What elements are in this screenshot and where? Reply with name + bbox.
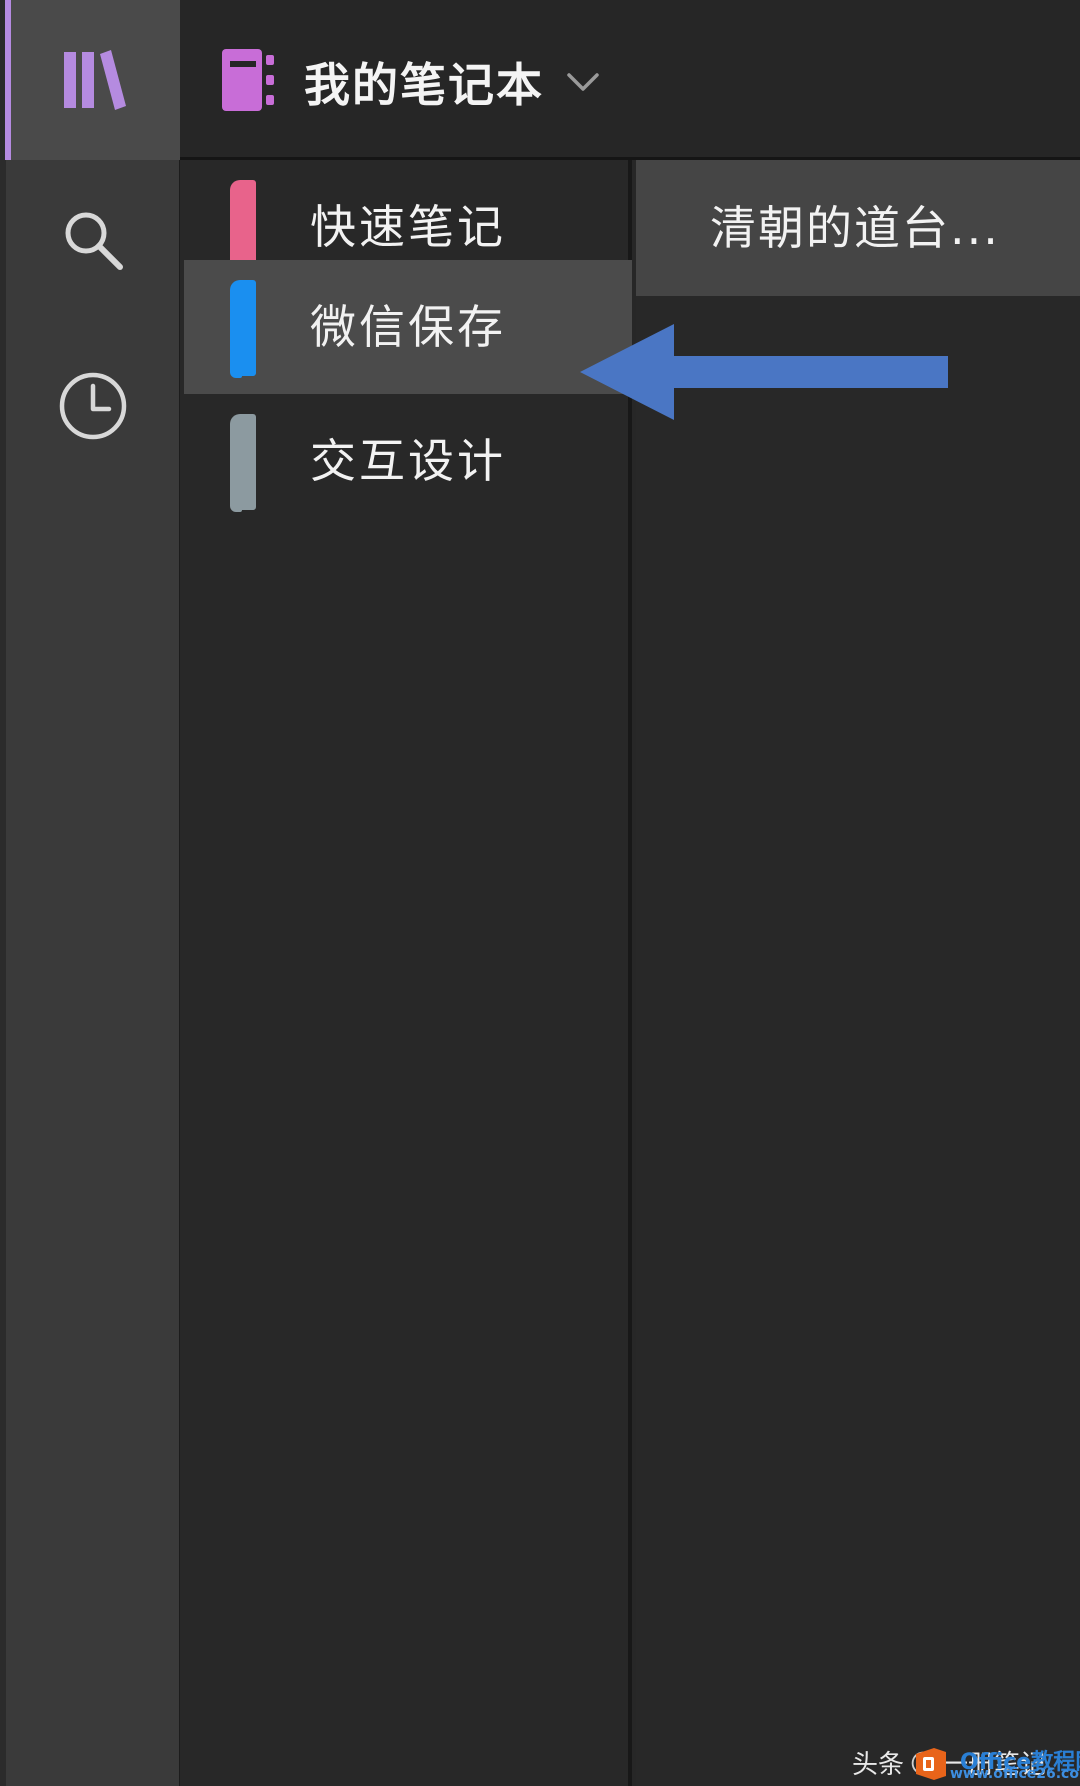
recent-clock-icon — [57, 370, 129, 442]
nav-rail — [0, 0, 180, 1786]
annotation-arrow-icon — [580, 324, 948, 420]
section-item[interactable]: 交互设计 — [184, 394, 632, 528]
notebook-switcher[interactable]: 我的笔记本 — [220, 40, 600, 124]
section-label: 微信保存 — [310, 300, 506, 354]
page-item[interactable]: 清朝的道台... — [636, 160, 1080, 296]
section-tab-icon — [230, 280, 256, 378]
notebook-header: 我的笔记本 — [180, 0, 1080, 160]
page-title: 清朝的道台... — [710, 201, 1000, 255]
section-item-selected[interactable]: 微信保存 — [184, 260, 632, 394]
notebook-title: 我的笔记本 — [304, 58, 544, 112]
notebooks-nav-button[interactable] — [5, 0, 180, 160]
office-logo-icon — [916, 1748, 946, 1780]
search-icon — [60, 207, 126, 273]
section-label: 交互设计 — [310, 434, 506, 488]
notebooks-icon — [60, 48, 126, 112]
notebook-icon — [220, 47, 276, 117]
recent-nav-button[interactable] — [6, 326, 180, 486]
search-nav-button[interactable] — [6, 160, 180, 320]
watermark-site-url: www.office26.com — [950, 1766, 1080, 1782]
sections-list: 快速笔记 微信保存 交互设计 — [180, 160, 632, 1786]
section-tab-icon — [230, 414, 256, 512]
onenote-window: 我的笔记本 快速笔记 微信保存 交互设计 清朝的道台... 头条 一册笔记 Of… — [0, 0, 1080, 1786]
watermark-source: 头条 — [852, 1749, 905, 1780]
chevron-down-icon — [566, 72, 600, 96]
